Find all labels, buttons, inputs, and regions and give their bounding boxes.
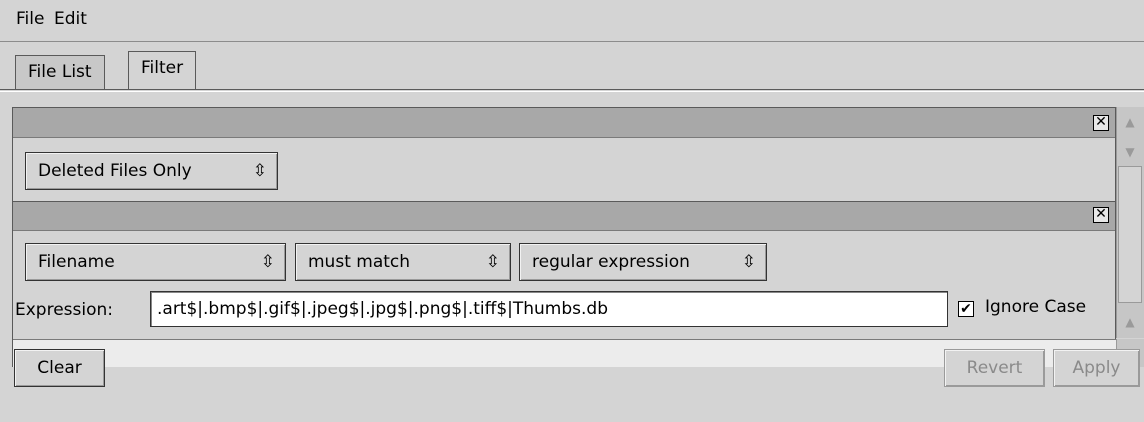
tab-file-list[interactable]: File List	[15, 55, 105, 89]
scroll-down-icon[interactable]: ▼	[1116, 138, 1144, 166]
field-value: Filename	[38, 252, 115, 272]
updown-arrows-icon: ⇳	[741, 252, 756, 272]
filter-header-2: ✕	[13, 201, 1115, 231]
condition-value: must match	[308, 252, 411, 272]
scroll-up-icon[interactable]: ▲	[1116, 308, 1144, 336]
tab-divider	[0, 89, 1144, 92]
tab-bar: File List Filter	[0, 43, 1144, 95]
menu-edit[interactable]: Edit	[54, 9, 87, 29]
updown-arrows-icon: ⇳	[260, 252, 275, 272]
close-icon[interactable]: ✕	[1093, 207, 1109, 223]
revert-button[interactable]: Revert	[944, 349, 1045, 387]
field-select[interactable]: Filename ⇳	[25, 243, 286, 281]
close-icon[interactable]: ✕	[1093, 115, 1109, 131]
clear-button[interactable]: Clear	[14, 349, 105, 387]
scroll-up-icon[interactable]: ▲	[1116, 108, 1144, 136]
scrollbar-thumb[interactable]	[1118, 166, 1142, 303]
ignore-case-label: Ignore Case	[985, 297, 1087, 317]
mode-select[interactable]: regular expression ⇳	[519, 243, 767, 281]
expression-input[interactable]	[150, 291, 948, 327]
expression-label: Expression:	[15, 300, 114, 320]
updown-arrows-icon: ⇳	[252, 161, 267, 181]
ignore-case-checkbox[interactable]: ✔	[958, 301, 974, 317]
check-icon: ✔	[960, 301, 972, 317]
menu-bar: File Edit	[0, 0, 1144, 42]
filter-panel: ✕ ✕	[12, 107, 1116, 367]
condition-select[interactable]: must match ⇳	[295, 243, 511, 281]
tab-filter[interactable]: Filter	[128, 51, 197, 89]
filter-type-select[interactable]: Deleted Files Only ⇳	[25, 152, 278, 190]
filter-header-1: ✕	[13, 108, 1115, 138]
filter-type-value: Deleted Files Only	[38, 161, 192, 181]
apply-button[interactable]: Apply	[1053, 349, 1140, 387]
menu-file[interactable]: File	[16, 9, 44, 29]
mode-value: regular expression	[532, 252, 690, 272]
updown-arrows-icon: ⇳	[485, 252, 500, 272]
